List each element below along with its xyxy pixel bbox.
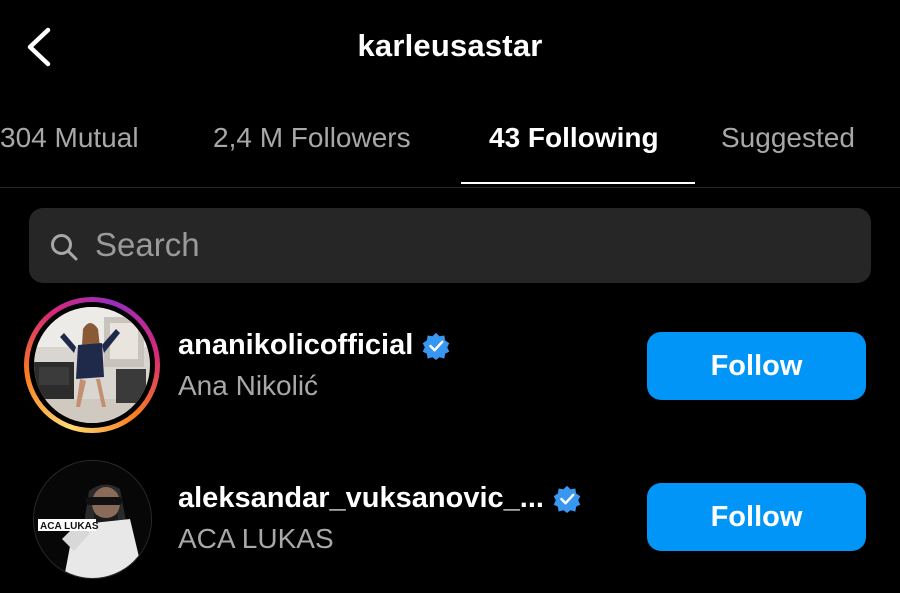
search-input[interactable]: [95, 221, 835, 269]
full-name: ACA LUKAS: [178, 523, 334, 554]
header-bar: karleusastar: [0, 0, 900, 95]
tab-suggested[interactable]: Suggested: [721, 122, 855, 154]
avatar[interactable]: ACA LUKAS: [33, 460, 152, 579]
account-names: ananikolicofficial Ana Nikolić: [178, 329, 450, 402]
tab-bar: 304 Mutual 2,4 M Followers 43 Following …: [0, 95, 900, 188]
list-item[interactable]: ACA LUKAS aleksandar_vuksanovic_... ACA …: [0, 450, 900, 590]
full-name: Ana Nikolić: [178, 370, 319, 401]
avatar-logo-text: ACA LUKAS: [40, 521, 99, 532]
active-tab-indicator: [461, 182, 695, 184]
tab-mutual[interactable]: 304 Mutual: [0, 122, 139, 154]
avatar-story-ring[interactable]: [24, 297, 160, 433]
tab-following[interactable]: 43 Following: [489, 122, 659, 154]
verified-badge-icon: [422, 332, 450, 360]
follow-button[interactable]: Follow: [647, 332, 866, 400]
account-names: aleksandar_vuksanovic_... ACA LUKAS: [178, 482, 581, 555]
verified-badge-icon: [553, 485, 581, 513]
tab-followers[interactable]: 2,4 M Followers: [213, 122, 411, 154]
follow-button[interactable]: Follow: [647, 483, 866, 551]
search-bar[interactable]: [29, 208, 871, 283]
username[interactable]: aleksandar_vuksanovic_...: [178, 482, 544, 515]
avatar: [34, 307, 150, 423]
search-icon: [51, 234, 78, 261]
list-item[interactable]: ananikolicofficial Ana Nikolić Follow: [0, 297, 900, 437]
page-title: karleusastar: [357, 28, 543, 63]
username[interactable]: ananikolicofficial: [178, 329, 413, 362]
